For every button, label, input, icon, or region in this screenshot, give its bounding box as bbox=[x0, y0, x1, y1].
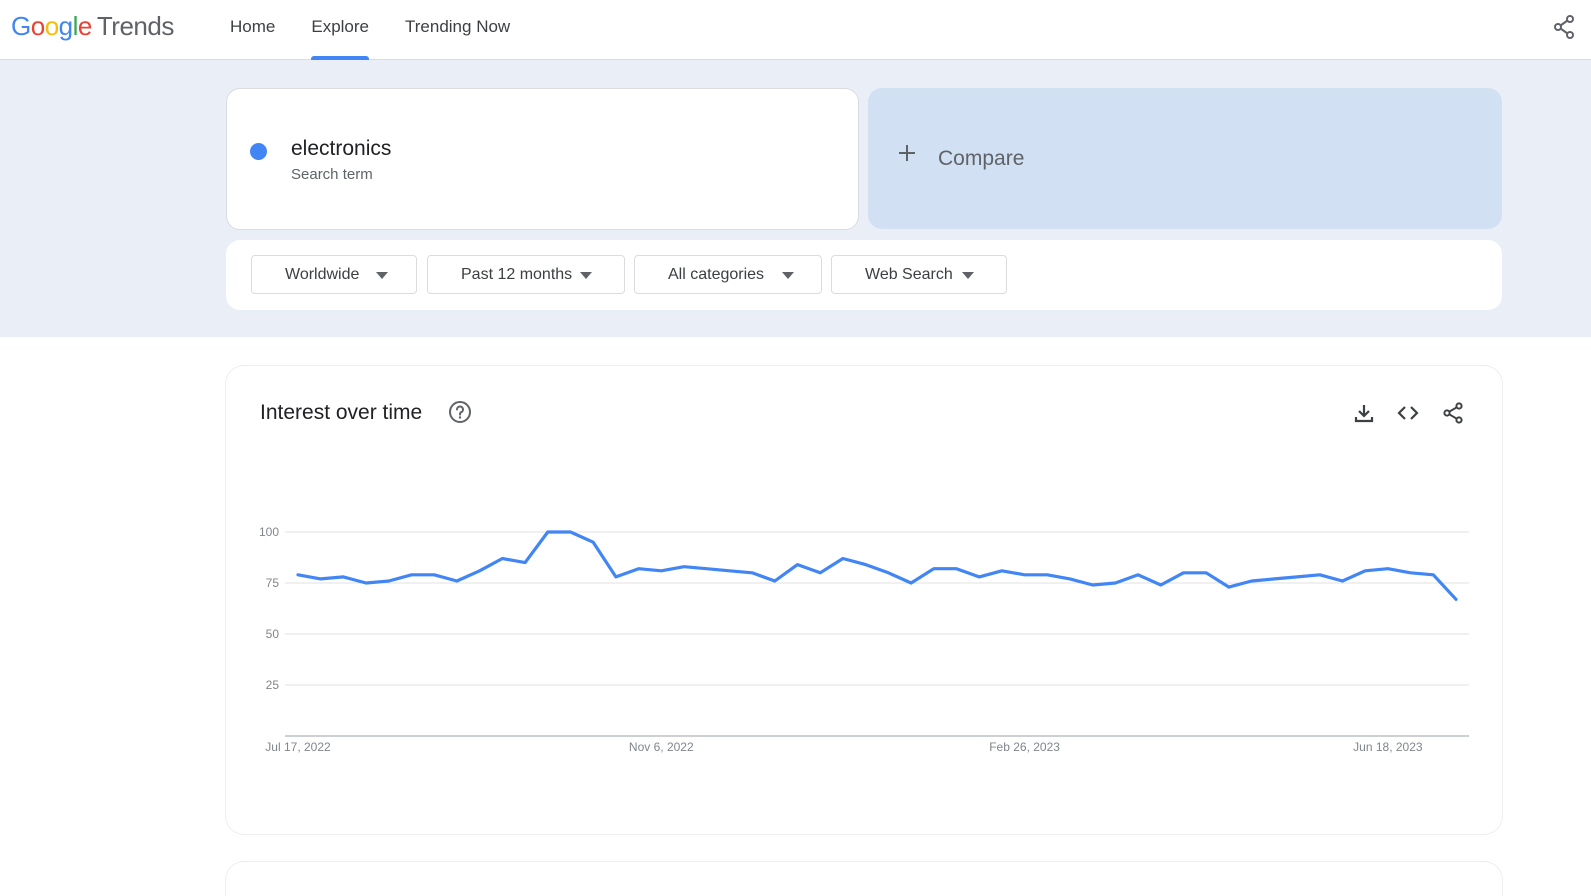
logo-letter: G bbox=[11, 11, 31, 41]
series-line bbox=[296, 530, 1458, 601]
next-section-card bbox=[226, 862, 1502, 896]
y-tick-label: 100 bbox=[259, 525, 279, 539]
google-trends-logo[interactable]: Google Trends bbox=[11, 11, 174, 42]
logo-letter: o bbox=[30, 11, 45, 41]
x-tick-label: Feb 26, 2023 bbox=[989, 740, 1060, 754]
category-dropdown[interactable]: All categories bbox=[634, 255, 822, 294]
main-nav: Home Explore Trending Now bbox=[230, 0, 546, 60]
category-label: All categories bbox=[668, 266, 765, 283]
x-tick-label: Jun 18, 2023 bbox=[1353, 740, 1423, 754]
x-tick-label: Nov 6, 2022 bbox=[629, 740, 694, 754]
search-type-dropdown[interactable]: Web Search bbox=[831, 255, 1007, 294]
search-term-text[interactable]: electronics bbox=[291, 137, 391, 161]
plus-icon bbox=[899, 145, 915, 161]
time-range-label: Past 12 months bbox=[461, 266, 573, 283]
dropdown-arrow-icon bbox=[376, 272, 388, 279]
y-tick-label: 25 bbox=[266, 678, 280, 692]
y-tick-label: 75 bbox=[266, 576, 280, 590]
region-dropdown[interactable]: Worldwide bbox=[251, 255, 417, 294]
logo-letter: e bbox=[77, 11, 92, 41]
dropdown-arrow-icon bbox=[782, 272, 794, 279]
interest-line-chart[interactable]: 25 50 75 100 Jul 17, 2022 Nov 6, 2022 Feb 26, … bbox=[226, 366, 1502, 834]
top-header: Google Trends Home Explore Trending Now bbox=[0, 0, 1591, 60]
search-term-type: Search term bbox=[291, 166, 373, 183]
interest-over-time-card: Interest over time 25 50 75 100 Jul 17, 2022… bbox=[226, 366, 1502, 834]
search-term-card[interactable]: electronics Search term bbox=[226, 88, 859, 230]
filter-bar: Worldwide Past 12 months All categories … bbox=[226, 240, 1502, 310]
search-type-label: Web Search bbox=[865, 266, 953, 283]
logo-suffix: Trends bbox=[96, 11, 174, 41]
compare-button[interactable]: Compare bbox=[868, 88, 1502, 229]
term-color-dot bbox=[250, 143, 267, 160]
nav-trending-now[interactable]: Trending Now bbox=[405, 0, 510, 60]
logo-letter: g bbox=[58, 11, 73, 41]
dropdown-arrow-icon bbox=[580, 272, 592, 279]
nav-explore[interactable]: Explore bbox=[311, 0, 369, 60]
x-tick-label: Jul 17, 2022 bbox=[265, 740, 331, 754]
y-tick-label: 50 bbox=[266, 627, 280, 641]
logo-letter: o bbox=[44, 11, 59, 41]
compare-label: Compare bbox=[938, 147, 1025, 170]
share-icon[interactable] bbox=[1550, 14, 1580, 40]
dropdown-arrow-icon bbox=[962, 272, 974, 279]
region-label: Worldwide bbox=[285, 266, 360, 283]
nav-home[interactable]: Home bbox=[230, 0, 275, 60]
time-range-dropdown[interactable]: Past 12 months bbox=[427, 255, 625, 294]
